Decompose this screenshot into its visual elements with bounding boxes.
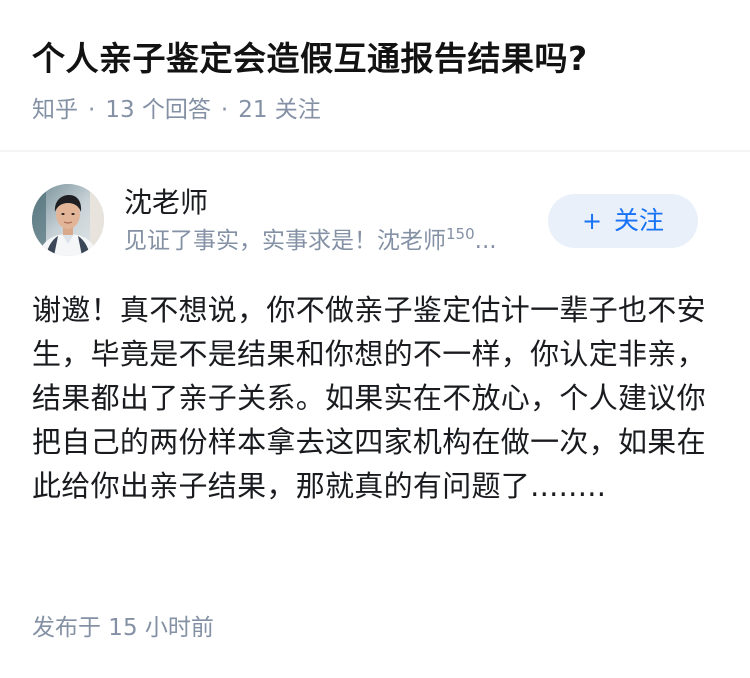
answer-content[interactable]: 谢邀！真不想说，你不做亲子鉴定估计一辈子也不安生，毕竟是不是结果和你想的不一样，… <box>32 288 718 508</box>
author-name[interactable]: 沈老师 <box>124 184 208 222</box>
author-bio-text: 见证了事实，实事求是！沈老师 <box>124 228 446 254</box>
meta-separator: · <box>88 97 96 123</box>
posted-time: 发布于 15 小时前 <box>32 615 214 641</box>
author-bio: 见证了事实，实事求是！沈老师150... <box>124 224 536 258</box>
meta-separator: · <box>220 97 229 123</box>
follow-button[interactable]: + 关注 <box>548 194 698 248</box>
author-row: 沈老师 见证了事实，实事求是！沈老师150... + 关注 <box>32 184 718 260</box>
section-divider <box>0 150 750 152</box>
follower-count[interactable]: 21 关注 <box>238 97 321 123</box>
author-avatar[interactable] <box>32 184 104 256</box>
author-bio-superscript: 150 <box>446 225 475 243</box>
source-label[interactable]: 知乎 <box>32 97 78 123</box>
question-title[interactable]: 个人亲子鉴定会造假互通报告结果吗? <box>32 36 588 82</box>
question-meta: 知乎 · 13 个回答 · 21 关注 <box>32 94 321 126</box>
answer-count[interactable]: 13 个回答 <box>105 97 211 123</box>
follow-button-label: 关注 <box>614 206 665 235</box>
plus-icon: + <box>581 207 603 235</box>
author-bio-ellipsis: ... <box>474 228 497 254</box>
person-avatar-icon <box>32 184 104 256</box>
